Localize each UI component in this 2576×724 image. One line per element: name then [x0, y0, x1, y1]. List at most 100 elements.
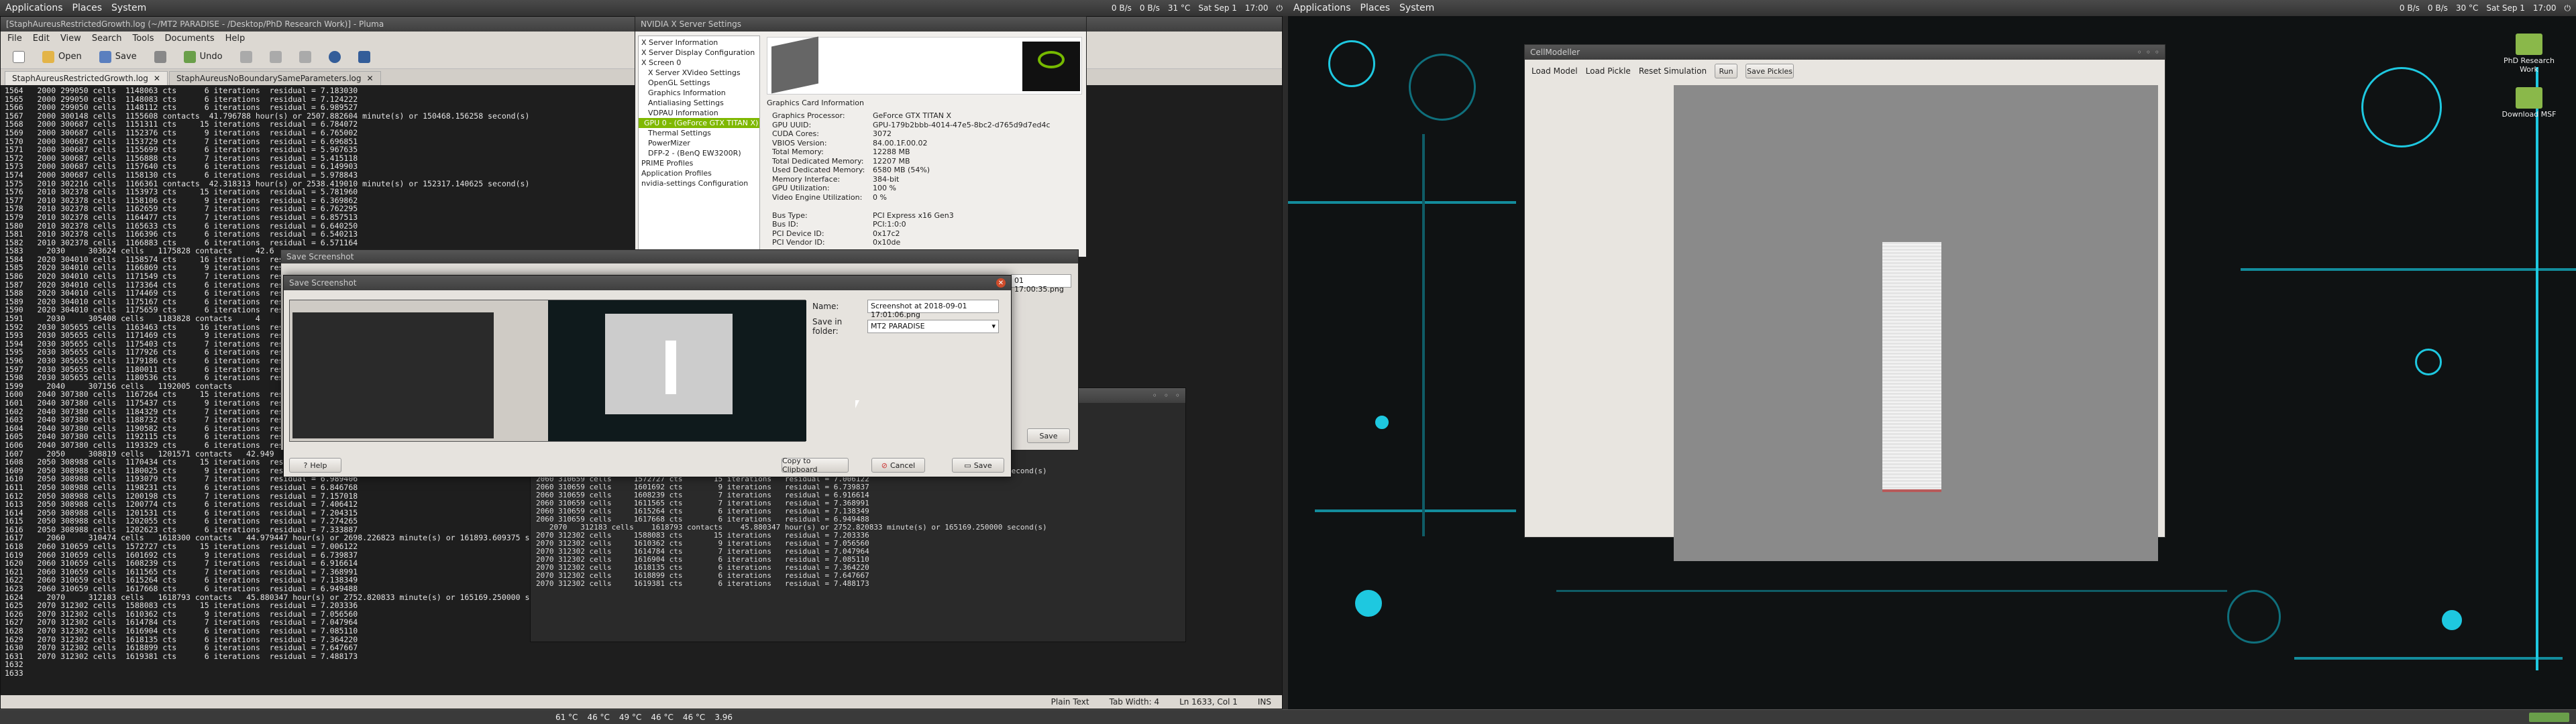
menu-tools[interactable]: Tools: [132, 34, 154, 44]
menu-places[interactable]: Places: [72, 3, 103, 13]
tree-item[interactable]: PRIME Profiles: [639, 158, 759, 168]
menu-system[interactable]: System: [1399, 3, 1434, 13]
language-select[interactable]: Plain Text: [1051, 697, 1089, 707]
print-button[interactable]: [149, 48, 172, 66]
paste-button[interactable]: [294, 48, 317, 66]
tree-item[interactable]: X Server XVideo Settings: [639, 68, 759, 78]
menu-file[interactable]: File: [7, 34, 22, 44]
copy-button[interactable]: [264, 48, 287, 66]
maximize-icon[interactable]: ◦: [1164, 391, 1169, 400]
dialog-titlebar[interactable]: Save Screenshot: [281, 250, 1078, 263]
minimize-icon[interactable]: ◦: [1152, 391, 1157, 400]
power-icon[interactable]: ⏻: [2565, 3, 2571, 13]
clock[interactable]: 17:00: [2533, 3, 2557, 13]
menu-edit[interactable]: Edit: [33, 34, 50, 44]
info-value: 3072: [873, 129, 892, 138]
info-key: [772, 202, 873, 211]
info-row: Memory Interface: 384-bit: [772, 175, 1082, 184]
open-button[interactable]: Open: [37, 48, 87, 66]
info-value: PCI Express x16 Gen3: [873, 210, 954, 220]
copy-to-clipboard-button[interactable]: Copy to Clipboard: [782, 457, 849, 474]
insert-mode: INS: [1257, 697, 1271, 707]
desktop-icon-download[interactable]: Download MSF: [2496, 87, 2563, 119]
filename-input-back[interactable]: 01 17:00:35.png: [1011, 274, 1071, 294]
save-pickles-button[interactable]: Save Pickles: [1746, 64, 1794, 78]
menu-view[interactable]: View: [60, 34, 81, 44]
close-icon[interactable]: ✕: [154, 74, 160, 83]
dialog-titlebar[interactable]: Save Screenshot ✕: [284, 276, 1011, 290]
save-label: Save: [115, 52, 137, 62]
tree-item[interactable]: nvidia-settings Configuration: [639, 178, 759, 188]
load-pickle-button[interactable]: Load Pickle: [1586, 66, 1631, 76]
close-icon[interactable]: ◦: [2155, 48, 2159, 57]
new-button[interactable]: [7, 48, 30, 66]
system-tray: 0 B/s 0 B/s 30 °C Sat Sep 1 17:00 ⏻: [2400, 3, 2571, 13]
tree-item[interactable]: PowerMizer: [639, 138, 759, 148]
cut-icon: [239, 50, 252, 63]
folder-icon: [2516, 87, 2542, 109]
help-button[interactable]: ? Help: [289, 458, 341, 473]
nvidia-titlebar[interactable]: NVIDIA X Server Settings: [635, 17, 1086, 32]
cancel-button[interactable]: ⊘ Cancel: [871, 458, 925, 473]
tab-no-boundary[interactable]: StaphAureusNoBoundarySameParameters.log ✕: [168, 71, 381, 85]
save-button[interactable]: ▭ Save: [952, 458, 1004, 473]
tree-item[interactable]: X Screen 0: [639, 58, 759, 68]
temp-1: 61 °C: [555, 712, 578, 722]
menu-documents[interactable]: Documents: [165, 34, 215, 44]
pluma-statusbar: Plain Text Tab Width: 4 Ln 1633, Col 1 I…: [1, 695, 1282, 709]
clock[interactable]: 17:00: [1245, 3, 1269, 13]
undo-button[interactable]: Undo: [178, 48, 228, 66]
save-button-back[interactable]: Save: [1027, 428, 1070, 443]
date[interactable]: Sat Sep 1: [1198, 3, 1237, 13]
load-model-button[interactable]: Load Model: [1532, 66, 1578, 76]
tab-restricted-growth[interactable]: StaphAureusRestrictedGrowth.log ✕: [5, 71, 168, 85]
workspace-switcher[interactable]: [2529, 712, 2569, 722]
replace-button[interactable]: [353, 48, 376, 66]
desktop-icon-phd[interactable]: PhD Research Work: [2496, 34, 2563, 74]
save-button[interactable]: Save: [94, 48, 142, 66]
tree-item[interactable]: X Server Display Configuration: [639, 48, 759, 58]
gpu-card-icon: [771, 36, 818, 94]
cellmodeller-titlebar[interactable]: CellModeller ◦ ◦ ◦: [1525, 45, 2165, 60]
run-button[interactable]: Run: [1715, 64, 1738, 78]
menu-places[interactable]: Places: [1360, 3, 1391, 13]
tree-item[interactable]: Antialiasing Settings: [639, 98, 759, 108]
menu-system[interactable]: System: [111, 3, 146, 13]
tree-item[interactable]: VDPAU Information: [639, 108, 759, 118]
tree-item[interactable]: DFP-2 - (BenQ EW3200R): [639, 148, 759, 158]
info-value: GeForce GTX TITAN X: [873, 111, 952, 120]
cut-button[interactable]: [235, 48, 258, 66]
undo-label: Undo: [199, 52, 223, 62]
info-key: Video Engine Utilization:: [772, 192, 863, 202]
tree-item[interactable]: OpenGL Settings: [639, 78, 759, 88]
close-icon[interactable]: ◦: [1175, 391, 1180, 400]
menu-help[interactable]: Help: [225, 34, 246, 44]
folder-select[interactable]: MT2 PARADISE ▾: [867, 320, 999, 333]
tree-item[interactable]: Thermal Settings: [639, 128, 759, 138]
info-key: GPU UUID:: [772, 120, 812, 129]
close-icon[interactable]: ✕: [996, 278, 1006, 288]
info-value: 0x17c2: [873, 229, 900, 238]
info-row: CUDA Cores: 3072: [772, 129, 1082, 139]
menu-applications[interactable]: Applications: [5, 3, 63, 13]
find-button[interactable]: [323, 48, 346, 66]
tree-item[interactable]: Graphics Information: [639, 88, 759, 98]
info-row: GPU Utilization: 100 %: [772, 184, 1082, 193]
close-icon[interactable]: ✕: [367, 74, 374, 83]
filename-input[interactable]: Screenshot at 2018-09-01 17:01:06.png: [867, 300, 999, 319]
tree-item-gpu0[interactable]: GPU 0 - (GeForce GTX TITAN X): [639, 118, 759, 128]
tree-item[interactable]: X Server Information: [639, 38, 759, 48]
menu-applications[interactable]: Applications: [1293, 3, 1351, 13]
date[interactable]: Sat Sep 1: [2486, 3, 2525, 13]
cursor-position: Ln 1633, Col 1: [1179, 697, 1238, 707]
power-icon[interactable]: ⏻: [1277, 3, 1283, 13]
reset-simulation-button[interactable]: Reset Simulation: [1639, 66, 1707, 76]
tree-item[interactable]: Application Profiles: [639, 168, 759, 178]
window-title: NVIDIA X Server Settings: [641, 19, 741, 29]
info-row: Bus ID: PCI:1:0:0: [772, 220, 1082, 229]
info-value: 384-bit: [873, 174, 900, 184]
menu-search[interactable]: Search: [92, 34, 122, 44]
maximize-icon[interactable]: ◦: [2146, 48, 2151, 57]
minimize-icon[interactable]: ◦: [2137, 48, 2142, 57]
tab-width-select[interactable]: Tab Width: 4: [1110, 697, 1159, 707]
